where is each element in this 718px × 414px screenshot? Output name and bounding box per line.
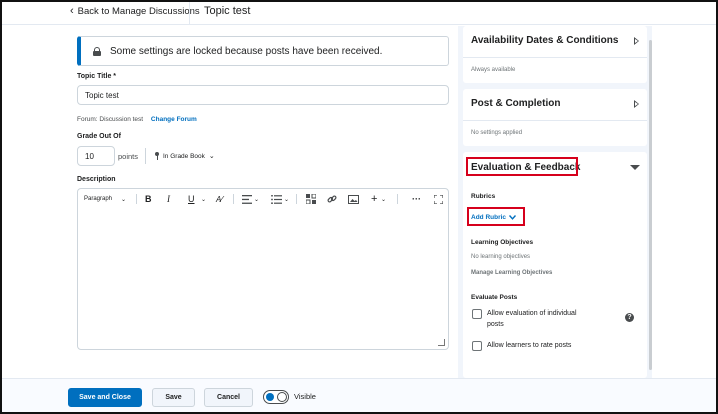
panel-scrollbar[interactable] [649,40,652,370]
topic-title-input[interactable]: Topic test [77,85,449,105]
more-options-icon[interactable]: ··· [412,192,421,206]
learning-objectives-value: No learning objectives [471,254,531,260]
insert-stuff-icon[interactable] [306,192,316,206]
change-forum-link[interactable]: Change Forum [151,116,197,123]
resize-handle[interactable] [438,339,445,346]
fullscreen-icon[interactable] [434,192,443,206]
toolbar-divider [397,194,398,204]
chevron-down-icon[interactable]: ⌄ [254,192,259,206]
rubrics-label: Rubrics [471,193,496,200]
back-link-label: Back to Manage Discussions [77,6,200,17]
link-icon[interactable] [327,192,337,206]
grade-out-of-label: Grade Out Of [77,133,121,140]
allow-rate-label: Allow learners to rate posts [487,342,572,349]
save-button[interactable]: Save [152,388,195,407]
forum-name: Forum: Discussion test [77,116,144,123]
footer-bar: Save and Close Save Cancel Visible [2,378,716,412]
topic-title-label: Topic Title * [77,73,117,80]
card-divider [463,57,647,58]
manage-objectives-link[interactable]: Manage Learning Objectives [471,270,552,276]
list-icon[interactable] [271,192,282,206]
gradebook-label: In Grade Book [163,152,205,160]
highlight-box [467,207,525,226]
points-unit: points [118,152,139,161]
collapse-arrow-icon[interactable] [630,165,640,170]
topbar-divider [189,2,190,25]
chevron-left-icon: ‹ [70,5,74,17]
description-label: Description [77,176,116,183]
availability-card[interactable]: Availability Dates & Conditions Always a… [463,26,647,83]
back-link[interactable]: ‹ Back to Manage Discussions [70,5,200,18]
expand-arrow-icon[interactable] [634,100,639,108]
help-icon[interactable]: ? [625,313,634,322]
expand-arrow-icon[interactable] [634,37,639,45]
description-editor[interactable]: Paragraph ⌄ B I U ⌄ A⁄ ⌄ ⌄ + ⌄ ··· [77,188,449,350]
chevron-down-icon[interactable]: ⌄ [201,192,206,206]
highlight-box [466,157,578,176]
post-completion-title: Post & Completion [471,98,561,109]
allow-rate-checkbox[interactable] [472,341,482,351]
toggle-indicator [266,393,274,401]
main-content: Some settings are locked because posts h… [2,26,716,378]
paragraph-format-label: Paragraph [84,196,113,202]
evaluate-posts-label: Evaluate Posts [471,294,518,301]
evaluation-feedback-card: Evaluation & Feedback Rubrics Add Rubric… [463,152,647,378]
post-completion-summary: No settings applied [471,130,523,136]
visibility-toggle[interactable] [263,390,289,404]
grade-divider [145,148,146,164]
settings-panel: Availability Dates & Conditions Always a… [458,26,652,378]
availability-summary: Always available [471,67,516,73]
chevron-down-icon[interactable]: ⌄ [284,192,289,206]
card-divider [463,120,647,121]
add-icon[interactable]: + [371,192,377,206]
gradebook-dropdown[interactable]: In Grade Book ⌄ [155,152,215,160]
visible-label: Visible [294,392,316,401]
toolbar-divider [296,194,297,204]
save-and-close-button[interactable]: Save and Close [68,388,142,407]
app-frame: ‹ Back to Manage Discussions Topic test … [0,0,718,414]
chevron-down-icon: ⌄ [208,153,215,160]
chevron-down-icon[interactable]: ⌄ [381,192,386,206]
cancel-button[interactable]: Cancel [204,388,253,407]
toolbar-divider [233,194,234,204]
allow-evaluation-checkbox[interactable] [472,309,482,319]
editor-toolbar: Paragraph ⌄ B I U ⌄ A⁄ ⌄ ⌄ + ⌄ ··· [78,189,448,209]
image-icon[interactable] [348,192,359,206]
locked-settings-alert: Some settings are locked because posts h… [77,36,449,66]
post-completion-card[interactable]: Post & Completion No settings applied [463,89,647,146]
pin-icon [155,152,159,160]
alert-text: Some settings are locked because posts h… [110,45,383,57]
toggle-knob [277,392,287,402]
text-color-icon[interactable]: A⁄ [216,192,223,206]
lock-icon [93,46,101,56]
allow-evaluation-label-line2: posts [487,321,504,328]
grade-points-input[interactable]: 10 [77,146,115,166]
availability-title: Availability Dates & Conditions [471,35,619,46]
top-navigation-bar: ‹ Back to Manage Discussions Topic test [2,2,716,25]
allow-evaluation-label-line1: Allow evaluation of individual [487,310,577,317]
learning-objectives-label: Learning Objectives [471,239,534,246]
bold-button[interactable]: B [145,192,152,206]
page-title: Topic test [204,5,251,17]
underline-button[interactable]: U [188,192,195,206]
forum-info: Forum: Discussion test Change Forum [77,116,197,123]
toolbar-divider [136,194,137,204]
align-icon[interactable] [242,192,252,206]
chevron-down-icon: ⌄ [121,196,127,203]
paragraph-format-dropdown[interactable]: Paragraph ⌄ [84,192,126,206]
italic-button[interactable]: I [167,192,170,206]
